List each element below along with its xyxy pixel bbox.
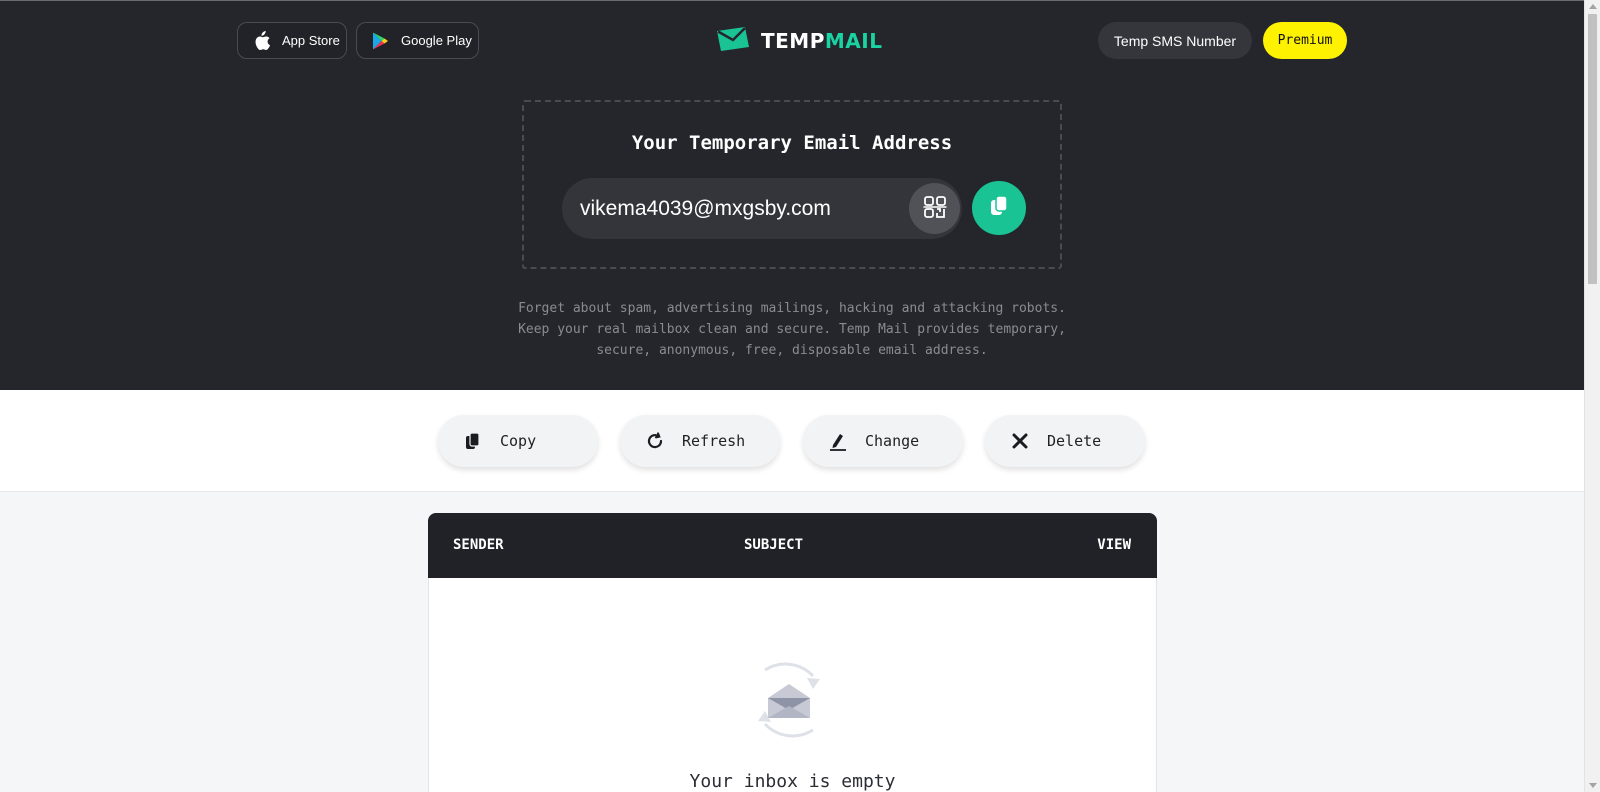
temp-sms-number-label: Temp SMS Number <box>1113 32 1237 49</box>
close-icon <box>1009 430 1031 452</box>
refresh-button[interactable]: Refresh <box>620 415 780 467</box>
column-view: VIEW <box>1097 537 1131 553</box>
google-play-button[interactable]: Google Play <box>356 22 479 59</box>
qr-code-button[interactable] <box>909 183 960 234</box>
premium-button[interactable]: Premium <box>1263 22 1347 59</box>
scroll-up-arrow-icon[interactable] <box>1589 4 1597 9</box>
edit-icon <box>827 430 849 452</box>
refresh-label: Refresh <box>682 432 746 450</box>
logo-text: TEMPMAIL <box>761 29 883 53</box>
copy-email-button[interactable] <box>972 181 1026 235</box>
change-button[interactable]: Change <box>803 415 963 467</box>
temp-sms-number-button[interactable]: Temp SMS Number <box>1098 22 1252 59</box>
envelope-logo-icon <box>715 25 751 57</box>
email-address-box: Your Temporary Email Address vikema4039@… <box>522 100 1062 269</box>
email-box-title: Your Temporary Email Address <box>631 132 953 154</box>
change-label: Change <box>865 432 920 450</box>
hero-section: App Store Google Play TEMPMAIL Temp SMS … <box>0 0 1584 390</box>
tempmail-logo[interactable]: TEMPMAIL <box>715 26 882 56</box>
action-bar: Copy Refresh Change Delete <box>0 390 1584 492</box>
page-scrollbar[interactable] <box>1584 0 1600 792</box>
copy-icon <box>988 194 1010 222</box>
top-border <box>0 0 1584 1</box>
delete-button[interactable]: Delete <box>985 415 1145 467</box>
inbox-panel: SENDER SUBJECT VIEW Your inbox is empty <box>428 513 1157 792</box>
delete-label: Delete <box>1047 432 1102 450</box>
google-play-label: Google Play <box>401 33 472 48</box>
tagline-line: Forget about spam, advertising mailings,… <box>518 301 1066 316</box>
email-field[interactable]: vikema4039@mxgsby.com <box>562 178 962 239</box>
premium-label: Premium <box>1277 33 1333 48</box>
tagline-line: secure, anonymous, free, disposable emai… <box>596 343 988 358</box>
column-subject: SUBJECT <box>744 537 804 553</box>
empty-inbox-icon <box>743 654 835 746</box>
app-store-label: App Store <box>282 33 340 48</box>
column-sender: SENDER <box>453 537 504 553</box>
email-address-value: vikema4039@mxgsby.com <box>580 197 831 220</box>
scroll-down-arrow-icon[interactable] <box>1589 783 1597 788</box>
refresh-icon <box>644 430 666 452</box>
tagline: Forget about spam, advertising mailings,… <box>452 298 1132 361</box>
copy-label: Copy <box>500 432 537 450</box>
copy-icon <box>462 430 484 452</box>
scrollbar-thumb[interactable] <box>1588 14 1597 284</box>
copy-button[interactable]: Copy <box>438 415 598 467</box>
inbox-header: SENDER SUBJECT VIEW <box>428 513 1157 578</box>
app-store-button[interactable]: App Store <box>237 22 347 59</box>
tagline-line: Keep your real mailbox clean and secure.… <box>518 322 1066 337</box>
empty-inbox-text: Your inbox is empty <box>689 771 896 792</box>
apple-icon <box>250 30 272 52</box>
qr-code-icon <box>923 195 947 223</box>
play-store-icon <box>369 30 391 52</box>
